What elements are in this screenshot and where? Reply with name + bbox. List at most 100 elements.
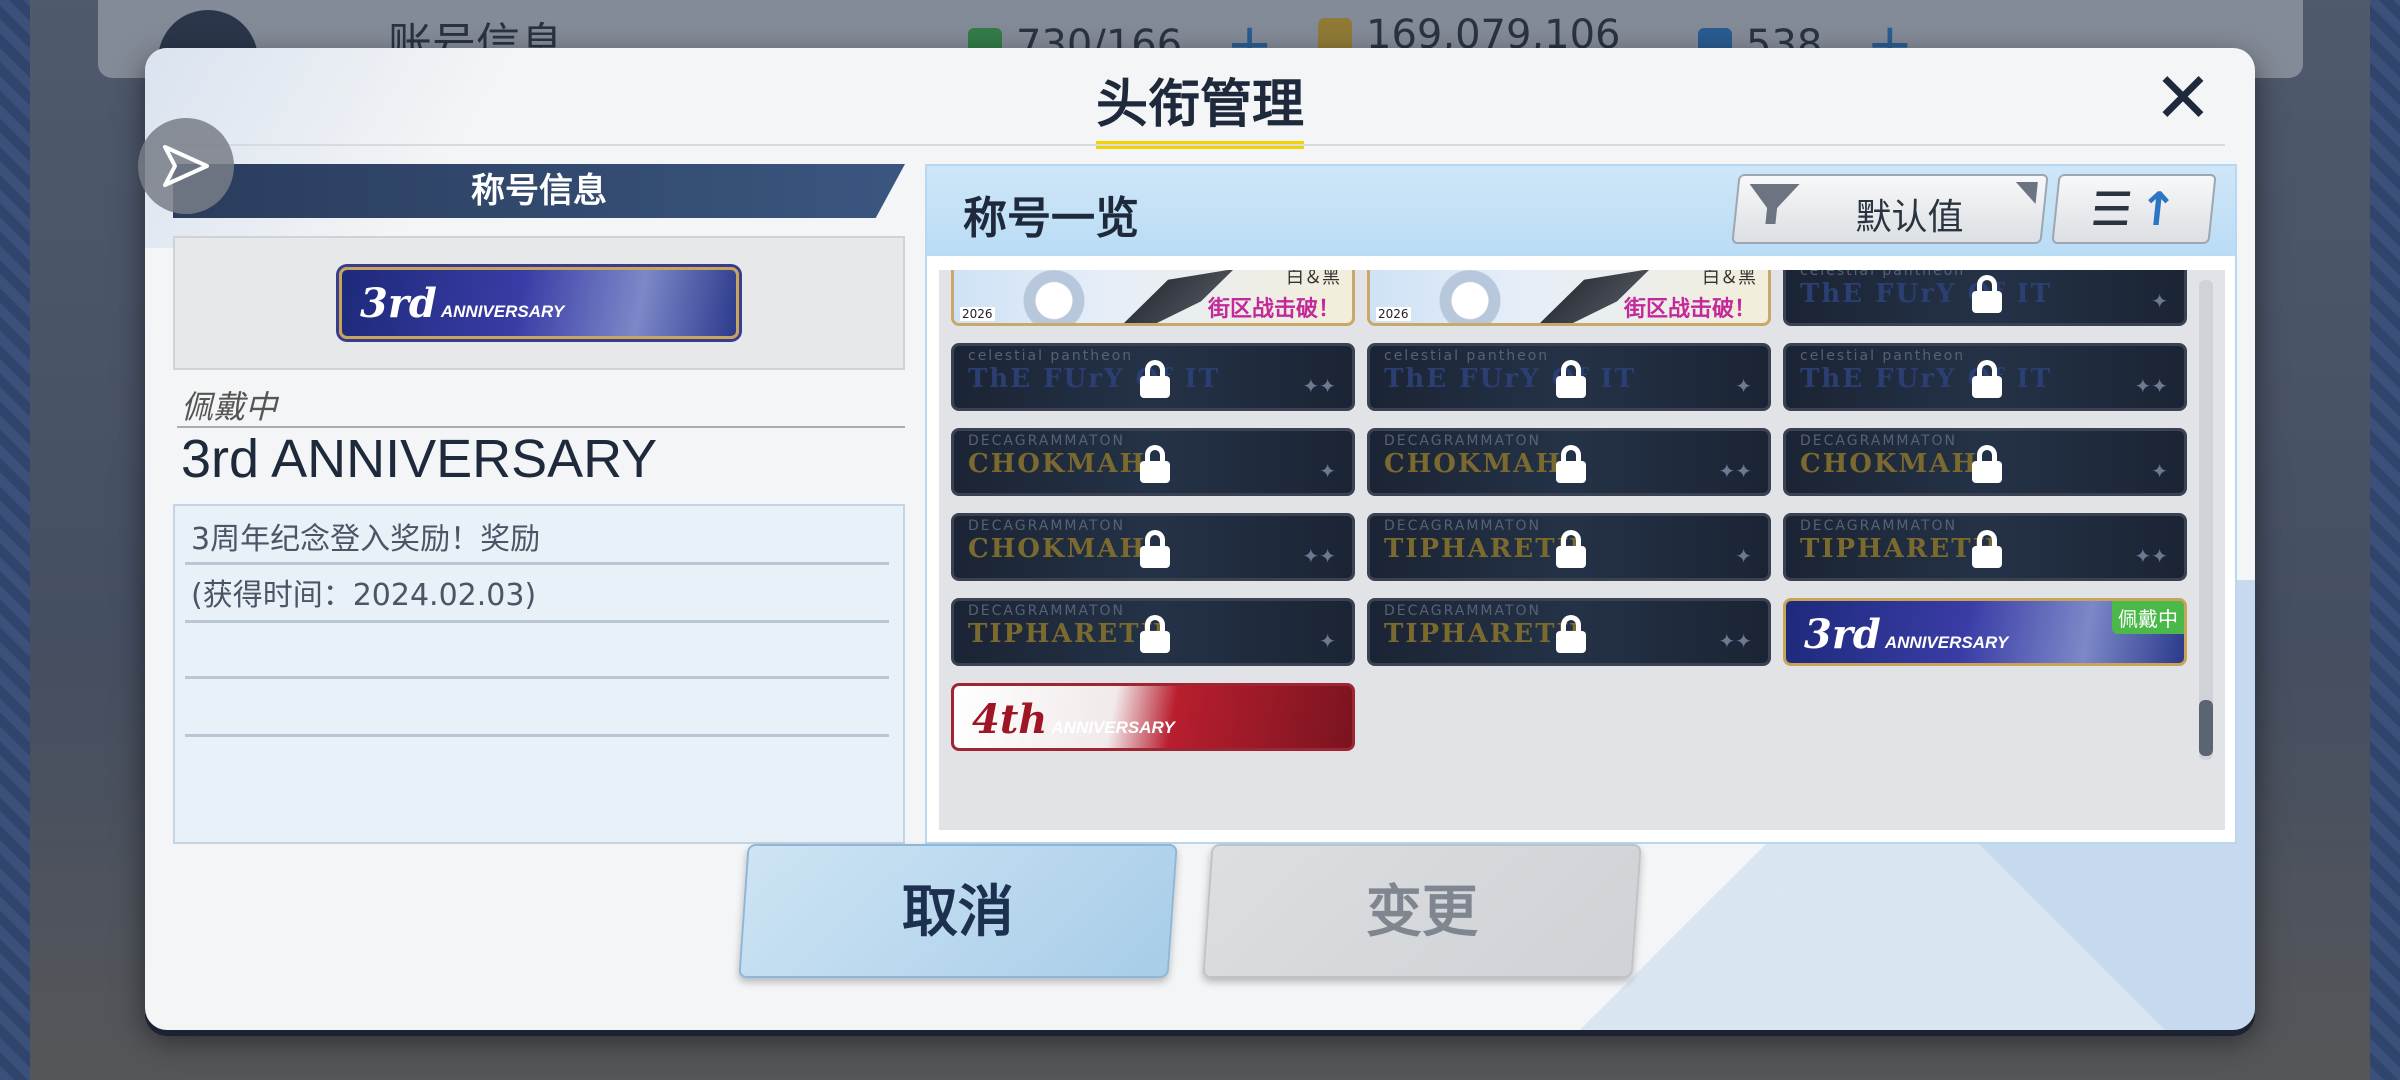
change-button[interactable]: 变更 [1202, 844, 1642, 978]
title-list-heading: 称号一览 [963, 193, 1139, 244]
lock-icon [1556, 360, 1586, 400]
dropdown-corner-icon [2013, 182, 2038, 204]
badge-event-year: 2026 [1376, 307, 1411, 321]
dialog-title: 头衔管理 [145, 62, 2255, 149]
scrollbar-track[interactable] [2199, 280, 2213, 760]
badge-anniversary-sub: ANNIVERSARY [1884, 633, 2009, 652]
lock-icon [1140, 530, 1170, 570]
lock-icon [1140, 615, 1170, 655]
badge-text: TIPHARETH [1800, 534, 2000, 564]
badge-event-top: 白＆黑 [1702, 270, 1756, 288]
badge-anniversary-text: 4th ANNIVERSARY [972, 696, 1175, 743]
sort-order-button[interactable]: ☰ ↑ [2051, 174, 2217, 244]
dialog-title-text: 头衔管理 [1095, 62, 1304, 149]
share-button[interactable] [138, 118, 234, 214]
lock-body [1556, 546, 1586, 568]
title-list-panel: 称号一览 默认值 ☰ ↑ 白＆黑 街区战击破！ 2026 白＆黑 街区战击破！ 2026 ce… [925, 164, 2237, 844]
send-icon [163, 145, 209, 187]
lock-body [1556, 461, 1586, 483]
lock-body [1972, 376, 2002, 398]
badge-small-text: DECAGRAMMATON [1800, 433, 1958, 449]
badge-small-text: DECAGRAMMATON [968, 603, 1126, 619]
lock-icon [1972, 275, 2002, 315]
title-badge[interactable]: DECAGRAMMATON CHOKMAH ✦ [951, 428, 1355, 496]
badge-event-year: 2026 [960, 307, 995, 321]
badge-anniversary-main: 3rd [1804, 611, 1881, 658]
character-art [994, 270, 1144, 323]
badge-rank-pips: ✦ [1735, 544, 1752, 568]
scrollbar-thumb[interactable] [2199, 700, 2213, 756]
lock-body [1140, 546, 1170, 568]
lock-icon [1556, 615, 1586, 655]
badge-text: TIPHARETH [1384, 619, 1584, 649]
title-badge[interactable]: DECAGRAMMATON TIPHARETH ✦ [951, 598, 1355, 666]
preview-badge: 3rd ANNIVERSARY [339, 267, 739, 339]
title-badge[interactable]: 白＆黑街区战击破！ 2026 [1367, 270, 1771, 326]
badge-text: ThE FUrY Of IT [1800, 364, 2052, 394]
badge-small-text: DECAGRAMMATON [1384, 603, 1542, 619]
title-name: 3rd ANNIVERSARY [181, 429, 658, 489]
description-rule [185, 620, 889, 623]
badge-rank-pips: ✦ [1735, 374, 1752, 398]
lock-body [1972, 546, 2002, 568]
lock-icon [1140, 360, 1170, 400]
badge-anniversary-text: 3rd ANNIVERSARY [1804, 611, 2008, 658]
title-preview-box: 3rd ANNIVERSARY [173, 236, 905, 370]
description-line-1: 3周年纪念登入奖励！奖励 [191, 522, 541, 557]
badge-small-text: DECAGRAMMATON [1384, 518, 1542, 534]
title-badge[interactable]: celestial pantheon ThE FUrY Of IT ✦ [1367, 343, 1771, 411]
lock-icon [1556, 530, 1586, 570]
title-badge[interactable]: 3rd ANNIVERSARY 佩戴中 [1783, 598, 2187, 666]
lock-body [1556, 631, 1586, 653]
badge-rank-pips: ✦✦ [1718, 459, 1752, 483]
badge-text: CHOKMAH [1384, 449, 1563, 479]
title-badge[interactable]: DECAGRAMMATON TIPHARETH ✦✦ [1367, 598, 1771, 666]
title-badge[interactable]: DECAGRAMMATON CHOKMAH ✦✦ [1367, 428, 1771, 496]
cancel-button[interactable]: 取消 [738, 844, 1178, 978]
title-description: 3周年纪念登入奖励！奖励 (获得时间：2024.02.03) [173, 504, 905, 844]
title-badge[interactable]: 4th ANNIVERSARY [951, 683, 1355, 751]
lock-icon [1556, 445, 1586, 485]
description-rule [185, 676, 889, 679]
title-divider [175, 144, 2225, 146]
change-button-label: 变更 [1365, 880, 1478, 945]
badge-rank-pips: ✦✦ [1718, 629, 1752, 653]
filter-sort-button[interactable]: 默认值 [1731, 174, 2049, 244]
preview-badge-main: 3rd [360, 280, 437, 327]
title-badge[interactable]: DECAGRAMMATON CHOKMAH ✦ [1783, 428, 2187, 496]
title-list-header: 称号一览 默认值 ☰ ↑ [927, 166, 2235, 256]
wearing-label: 佩戴中 [181, 388, 278, 426]
title-badge[interactable]: celestial pantheon ThE FUrY Of IT ✦✦ [1783, 343, 2187, 411]
lock-body [1972, 291, 2002, 313]
badge-small-text: celestial pantheon [1800, 270, 1966, 279]
badge-rank-pips: ✦ [1319, 629, 1336, 653]
badge-rank-pips: ✦✦ [2134, 544, 2168, 568]
badge-event-text: 街区战击破！ [1207, 297, 1340, 322]
badge-small-text: celestial pantheon [968, 348, 1134, 364]
badge-small-text: DECAGRAMMATON [1384, 433, 1542, 449]
title-badge[interactable]: celestial pantheon ThE FUrY Of IT ✦✦ [951, 343, 1355, 411]
character-art [1410, 270, 1560, 323]
badge-rank-pips: ✦✦ [1302, 374, 1336, 398]
badge-rank-pips: ✦ [2151, 289, 2168, 313]
arrow-up-icon: ↑ [2135, 182, 2180, 236]
badge-rank-pips: ✦✦ [2134, 374, 2168, 398]
preview-badge-sub: ANNIVERSARY [440, 302, 565, 321]
badge-anniversary-main: 4th [972, 696, 1048, 743]
badge-event-text: 街区战击破！ [1623, 297, 1756, 322]
lock-body [1140, 376, 1170, 398]
badge-text: CHOKMAH [1800, 449, 1979, 479]
title-badge[interactable]: celestial pantheon ThE FUrY Of IT ✦ [1783, 270, 2187, 326]
title-badge[interactable]: DECAGRAMMATON CHOKMAH ✦✦ [951, 513, 1355, 581]
title-list: 白＆黑 街区战击破！ 2026 白＆黑 街区战击破！ 2026 celestial pant… [939, 270, 2225, 830]
badge-small-text: DECAGRAMMATON [968, 518, 1126, 534]
title-badge[interactable]: DECAGRAMMATON TIPHARETH ✦ [1367, 513, 1771, 581]
title-badge[interactable]: DECAGRAMMATON TIPHARETH ✦✦ [1783, 513, 2187, 581]
badge-text: TIPHARETH [1384, 534, 1584, 564]
wearing-tag: 佩戴中 [2112, 601, 2184, 634]
close-icon[interactable]: ✕ [2151, 63, 2215, 133]
title-badge[interactable]: 白＆黑 街区战击破！ 2026 [951, 270, 1355, 326]
badge-rank-pips: ✦ [1319, 459, 1336, 483]
lock-body [1140, 631, 1170, 653]
badge-small-text: DECAGRAMMATON [968, 433, 1126, 449]
